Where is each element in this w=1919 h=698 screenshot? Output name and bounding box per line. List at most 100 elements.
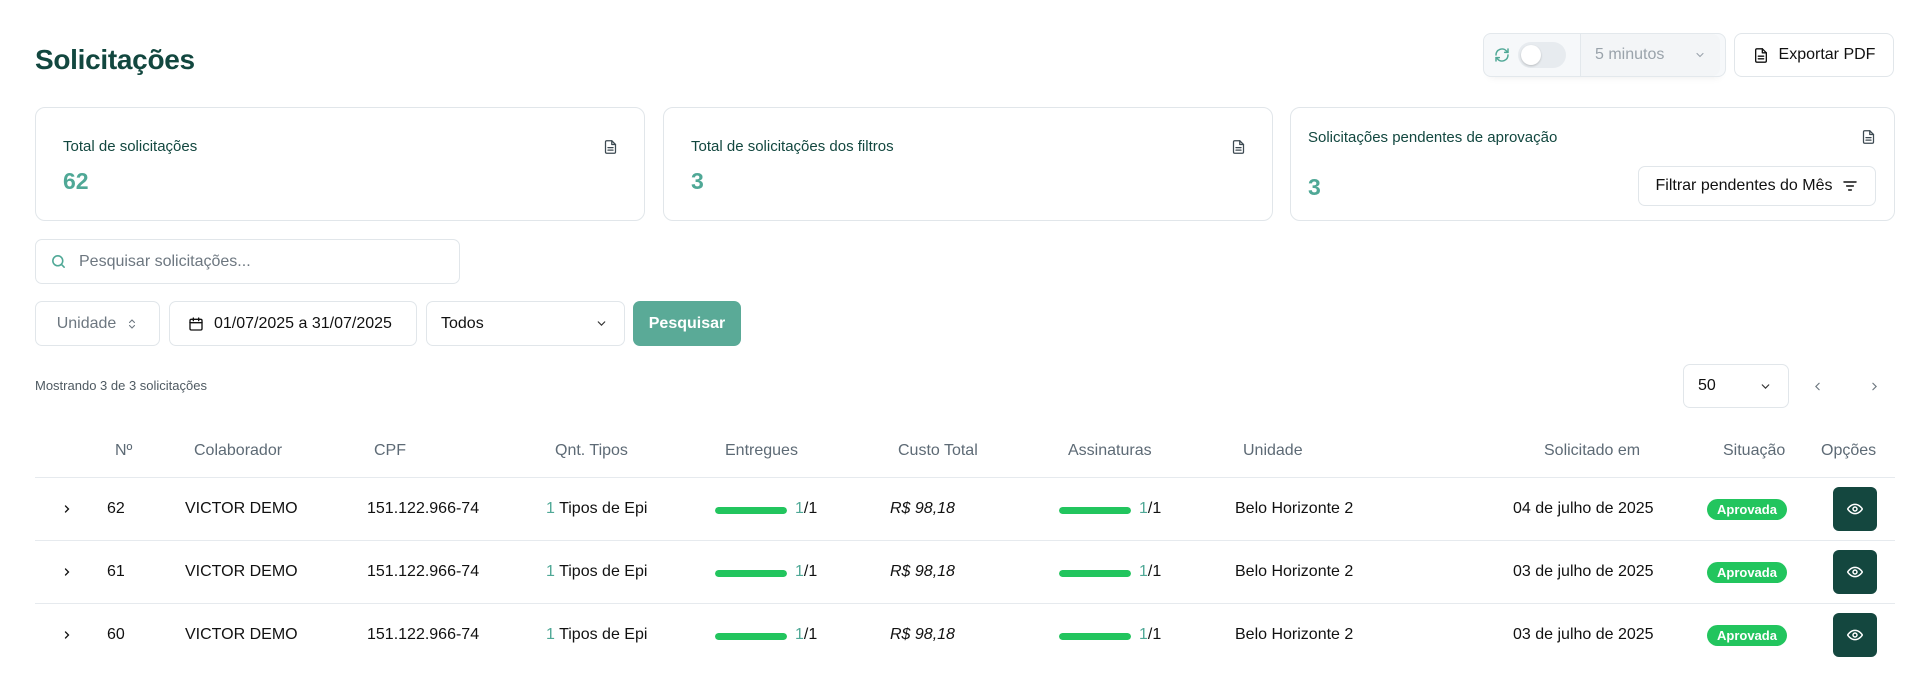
refresh-interval-value: 5 minutos [1595,46,1665,63]
row-custo-total: R$ 98,18 [890,563,955,580]
date-range-value: 01/07/2025 a 31/07/2025 [214,314,392,332]
filter-pending-month-button[interactable]: Filtrar pendentes do Mês [1638,166,1876,206]
row-unidade: Belo Horizonte 2 [1235,500,1354,517]
assin-total: 1 [1152,626,1162,643]
stat-pending-label: Solicitações pendentes de aprovação [1308,129,1558,146]
stat-filtered-label: Total de solicitações dos filtros [691,138,894,155]
col-solicitado-em: Solicitado em [1544,442,1641,459]
stat-card-total: Total de solicitações 62 [35,107,645,221]
status-filter-value: Todos [441,314,484,332]
chevrons-up-down-icon [129,318,136,329]
row-custo-total: R$ 98,18 [890,500,955,517]
entregues-done: 1 [795,563,804,580]
col-numero: Nº [115,442,133,459]
stat-card-pending: Solicitações pendentes de aprovação 3 Fi… [1290,107,1895,221]
col-custo-total: Custo Total [898,442,978,459]
export-pdf-label: Exportar PDF [1778,46,1876,63]
entregues-total: 1 [808,563,818,580]
chevron-down-icon [1696,52,1704,58]
next-page-button[interactable] [1864,376,1884,396]
expand-row-chevron-icon[interactable] [57,625,77,645]
row-qnt-tipos: 1 Tipos de Epi [546,626,647,644]
view-button[interactable] [1833,613,1877,657]
file-text-icon [1754,47,1767,63]
col-assinaturas: Assinaturas [1068,442,1152,459]
row-unidade: Belo Horizonte 2 [1235,563,1354,580]
assin-done: 1 [1139,563,1148,580]
col-entregues: Entregues [725,442,798,459]
entregues-fraction: 1/1 [795,500,818,517]
auto-refresh-control: 5 minutos [1483,33,1726,77]
col-cpf: CPF [374,442,406,459]
search-input[interactable] [79,252,439,271]
table-row: 60 VICTOR DEMO 151.122.966-74 1 Tipos de… [35,604,1895,667]
refresh-interval-select[interactable]: 5 minutos [1580,34,1720,76]
progress-fill [715,570,787,577]
assinaturas-fraction: 1/1 [1139,500,1162,517]
chevron-down-icon [1761,383,1770,389]
toggle-knob [1521,45,1541,65]
col-colaborador: Colaborador [194,442,283,459]
status-badge: Aprovada [1707,499,1787,520]
filter-lines-icon [1843,181,1858,191]
stat-filtered-value: 3 [691,168,704,194]
chevron-right-icon [1871,382,1877,390]
view-button[interactable] [1833,550,1877,594]
unidade-select[interactable]: Unidade [35,301,160,346]
document-icon [1862,130,1875,144]
stat-total-label: Total de solicitações [63,138,198,155]
assinaturas-progress [1059,633,1131,640]
assinaturas-fraction: 1/1 [1139,563,1162,580]
refresh-icon[interactable] [1492,45,1512,65]
row-custo-total: R$ 98,18 [890,626,955,643]
col-unidade: Unidade [1243,442,1303,459]
assinaturas-progress [1059,507,1131,514]
page-title: Solicitações [35,44,195,75]
filter-pending-label: Filtrar pendentes do Mês [1655,177,1833,194]
view-button[interactable] [1833,487,1877,531]
row-numero: 61 [107,563,125,580]
table-row: 61 VICTOR DEMO 151.122.966-74 1 Tipos de… [35,541,1895,604]
date-range-picker[interactable]: 01/07/2025 a 31/07/2025 [169,301,417,346]
tipos-label: Tipos de Epi [559,563,648,580]
previous-page-button[interactable] [1807,376,1827,396]
page-size-value: 50 [1698,377,1716,394]
auto-refresh-toggle[interactable] [1518,42,1566,68]
row-numero: 60 [107,626,125,643]
col-qnt-tipos: Qnt. Tipos [555,442,628,459]
assin-total: 1 [1152,563,1162,580]
expand-row-chevron-icon[interactable] [57,499,77,519]
page-size-select[interactable]: 50 [1683,364,1789,408]
solicitacoes-table: Nº Colaborador CPF Qnt. Tipos Entregues … [35,432,1895,667]
search-box[interactable] [35,239,460,284]
row-unidade: Belo Horizonte 2 [1235,626,1354,643]
eye-icon [1847,566,1863,578]
progress-fill [715,633,787,640]
search-button[interactable]: Pesquisar [633,301,741,346]
results-count: Mostrando 3 de 3 solicitações [35,378,207,393]
status-badge: Aprovada [1707,562,1787,583]
row-cpf: 151.122.966-74 [367,500,480,517]
calendar-icon [189,316,203,331]
status-filter-select[interactable]: Todos [426,301,625,346]
row-qnt-tipos: 1 Tipos de Epi [546,500,647,518]
row-solicitado-em: 03 de julho de 2025 [1513,626,1654,643]
progress-fill [715,507,787,514]
entregues-done: 1 [795,626,804,643]
status-badge: Aprovada [1707,625,1787,646]
stat-card-filtered: Total de solicitações dos filtros 3 [663,107,1273,221]
chevron-left-icon [1814,382,1820,390]
row-colaborador: VICTOR DEMO [185,563,298,580]
assin-done: 1 [1139,626,1148,643]
col-opcoes: Opções [1821,442,1877,459]
eye-icon [1847,629,1863,641]
expand-row-chevron-icon[interactable] [57,562,77,582]
entregues-progress [715,633,787,640]
entregues-fraction: 1/1 [795,626,818,643]
assinaturas-progress [1059,570,1131,577]
row-cpf: 151.122.966-74 [367,563,480,580]
eye-icon [1847,503,1863,515]
stat-total-value: 62 [63,168,89,194]
export-pdf-button[interactable]: Exportar PDF [1734,33,1894,77]
search-icon [52,255,65,268]
